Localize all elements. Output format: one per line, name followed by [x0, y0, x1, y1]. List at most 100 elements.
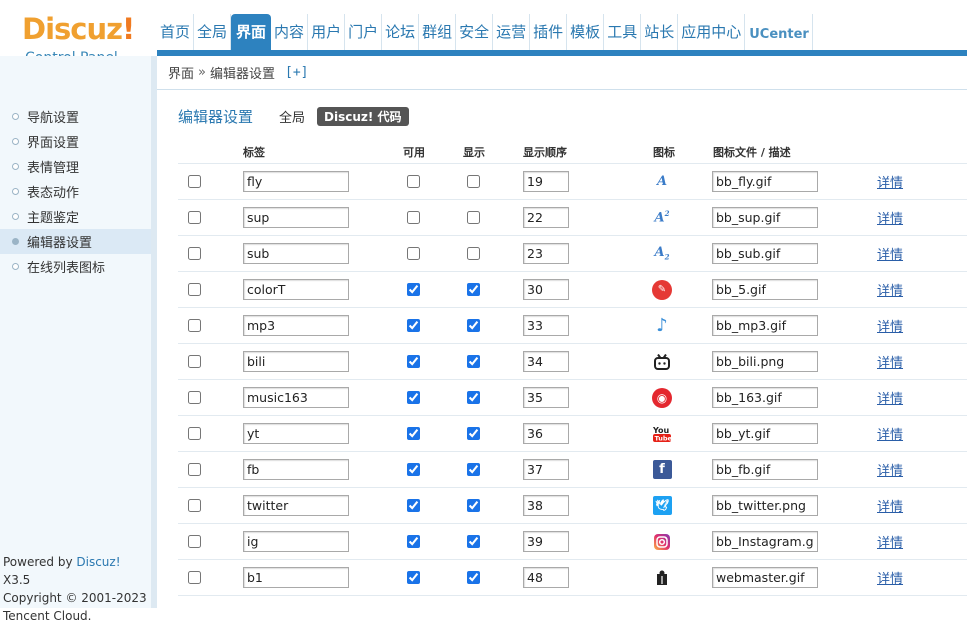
nav-tab-7[interactable]: 群组	[419, 14, 456, 50]
sidebar-item-1[interactable]: 界面设置	[0, 129, 151, 154]
display-checkbox[interactable]	[467, 499, 480, 512]
add-to-favorites-button[interactable]: [+]	[285, 65, 308, 80]
display-checkbox[interactable]	[467, 427, 480, 440]
detail-link[interactable]: 详情	[877, 388, 903, 407]
detail-link[interactable]: 详情	[877, 316, 903, 335]
icon-file-input[interactable]	[712, 279, 818, 300]
row-select-checkbox[interactable]	[188, 247, 201, 260]
icon-file-input[interactable]	[712, 567, 818, 588]
display-order-input[interactable]	[523, 459, 569, 480]
row-select-checkbox[interactable]	[188, 499, 201, 512]
icon-file-input[interactable]	[712, 495, 818, 516]
available-checkbox[interactable]	[407, 427, 420, 440]
display-checkbox[interactable]	[467, 319, 480, 332]
detail-link[interactable]: 详情	[877, 460, 903, 479]
tag-label-input[interactable]	[243, 243, 349, 264]
available-checkbox[interactable]	[407, 499, 420, 512]
display-checkbox[interactable]	[467, 355, 480, 368]
icon-file-input[interactable]	[712, 531, 818, 552]
nav-tab-4[interactable]: 用户	[308, 14, 345, 50]
breadcrumb-parent[interactable]: 界面	[168, 63, 194, 82]
tag-label-input[interactable]	[243, 495, 349, 516]
icon-file-input[interactable]	[712, 243, 818, 264]
row-select-checkbox[interactable]	[188, 319, 201, 332]
icon-file-input[interactable]	[712, 423, 818, 444]
nav-tab-3[interactable]: 内容	[271, 14, 308, 50]
nav-tab-13[interactable]: 站长	[641, 14, 678, 50]
row-select-checkbox[interactable]	[188, 535, 201, 548]
display-checkbox[interactable]	[467, 535, 480, 548]
nav-tab-11[interactable]: 模板	[567, 14, 604, 50]
display-order-input[interactable]	[523, 207, 569, 228]
detail-link[interactable]: 详情	[877, 532, 903, 551]
detail-link[interactable]: 详情	[877, 172, 903, 191]
tag-label-input[interactable]	[243, 171, 349, 192]
display-order-input[interactable]	[523, 171, 569, 192]
detail-link[interactable]: 详情	[877, 568, 903, 587]
row-select-checkbox[interactable]	[188, 391, 201, 404]
detail-link[interactable]: 详情	[877, 352, 903, 371]
discuz-logo[interactable]: Discuz! Control Panel	[0, 0, 157, 56]
display-order-input[interactable]	[523, 315, 569, 336]
detail-link[interactable]: 详情	[877, 280, 903, 299]
display-order-input[interactable]	[523, 423, 569, 444]
icon-file-input[interactable]	[712, 315, 818, 336]
sidebar-item-5[interactable]: 编辑器设置	[0, 229, 151, 254]
display-order-input[interactable]	[523, 279, 569, 300]
available-checkbox[interactable]	[407, 463, 420, 476]
display-checkbox[interactable]	[467, 175, 480, 188]
nav-tab-0[interactable]: 首页	[157, 14, 194, 50]
available-checkbox[interactable]	[407, 391, 420, 404]
row-select-checkbox[interactable]	[188, 463, 201, 476]
icon-file-input[interactable]	[712, 387, 818, 408]
display-order-input[interactable]	[523, 387, 569, 408]
nav-tab-2[interactable]: 界面	[231, 14, 271, 50]
display-checkbox[interactable]	[467, 283, 480, 296]
nav-tab-12[interactable]: 工具	[604, 14, 641, 50]
tag-label-input[interactable]	[243, 207, 349, 228]
available-checkbox[interactable]	[407, 175, 420, 188]
icon-file-input[interactable]	[712, 171, 818, 192]
nav-tab-5[interactable]: 门户	[345, 14, 382, 50]
display-checkbox[interactable]	[467, 391, 480, 404]
row-select-checkbox[interactable]	[188, 427, 201, 440]
sidebar-item-6[interactable]: 在线列表图标	[0, 254, 151, 279]
nav-tab-6[interactable]: 论坛	[382, 14, 419, 50]
display-order-input[interactable]	[523, 495, 569, 516]
tag-label-input[interactable]	[243, 423, 349, 444]
tag-label-input[interactable]	[243, 567, 349, 588]
tag-label-input[interactable]	[243, 315, 349, 336]
display-checkbox[interactable]	[467, 211, 480, 224]
tag-label-input[interactable]	[243, 279, 349, 300]
row-select-checkbox[interactable]	[188, 355, 201, 368]
display-order-input[interactable]	[523, 351, 569, 372]
tag-label-input[interactable]	[243, 387, 349, 408]
row-select-checkbox[interactable]	[188, 211, 201, 224]
discuz-link[interactable]: Discuz!	[76, 555, 120, 569]
nav-tab-15[interactable]: UCenter	[745, 14, 813, 50]
tab-global[interactable]: 全局	[279, 107, 305, 126]
display-order-input[interactable]	[523, 567, 569, 588]
sidebar-item-2[interactable]: 表情管理	[0, 154, 151, 179]
row-select-checkbox[interactable]	[188, 571, 201, 584]
available-checkbox[interactable]	[407, 319, 420, 332]
detail-link[interactable]: 详情	[877, 496, 903, 515]
nav-tab-1[interactable]: 全局	[194, 14, 231, 50]
sidebar-item-0[interactable]: 导航设置	[0, 104, 151, 129]
detail-link[interactable]: 详情	[877, 208, 903, 227]
nav-tab-8[interactable]: 安全	[456, 14, 493, 50]
icon-file-input[interactable]	[712, 207, 818, 228]
display-checkbox[interactable]	[467, 247, 480, 260]
icon-file-input[interactable]	[712, 459, 818, 480]
available-checkbox[interactable]	[407, 283, 420, 296]
icon-file-input[interactable]	[712, 351, 818, 372]
row-select-checkbox[interactable]	[188, 283, 201, 296]
available-checkbox[interactable]	[407, 535, 420, 548]
detail-link[interactable]: 详情	[877, 244, 903, 263]
available-checkbox[interactable]	[407, 211, 420, 224]
sidebar-item-3[interactable]: 表态动作	[0, 179, 151, 204]
tag-label-input[interactable]	[243, 531, 349, 552]
row-select-checkbox[interactable]	[188, 175, 201, 188]
detail-link[interactable]: 详情	[877, 424, 903, 443]
display-order-input[interactable]	[523, 243, 569, 264]
